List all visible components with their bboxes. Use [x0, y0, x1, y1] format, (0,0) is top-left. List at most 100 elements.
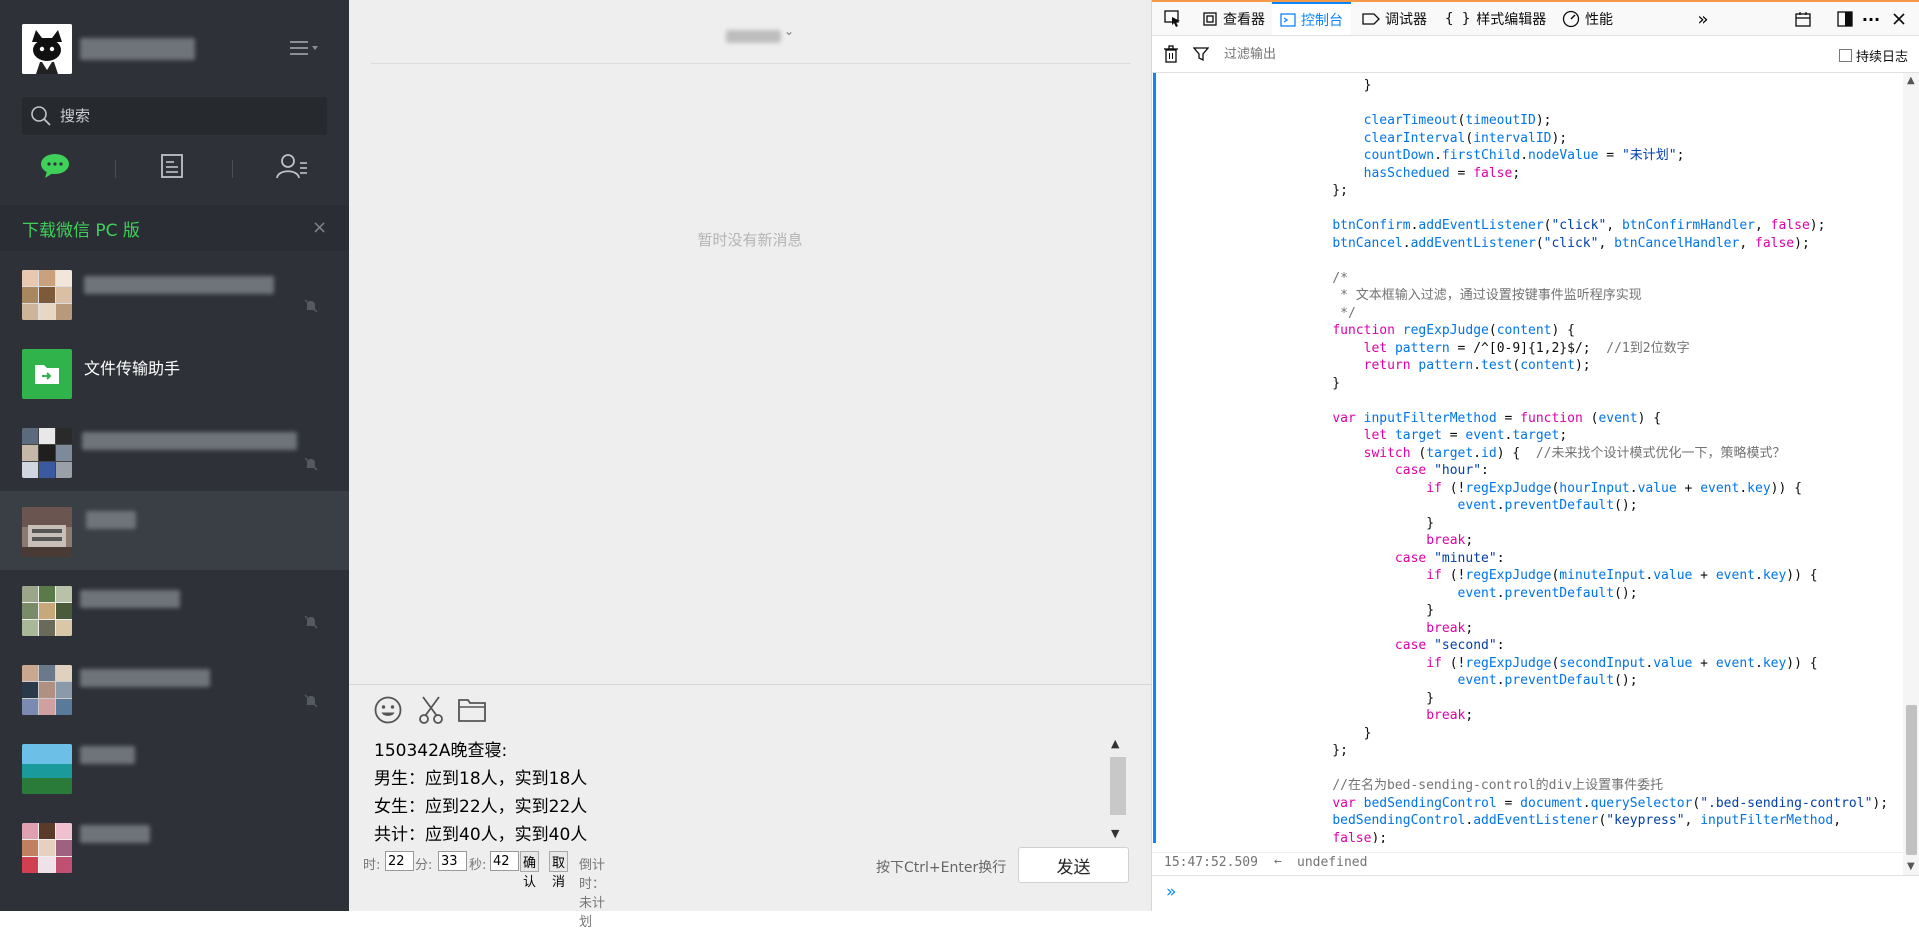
code-token: "click" — [1551, 218, 1607, 233]
code-token: //1到2位数字 — [1606, 340, 1690, 356]
chevron-down-icon[interactable]: ⌄ — [784, 24, 794, 38]
code-token: intervalID — [1473, 130, 1552, 146]
code-line: } — [1301, 375, 1341, 391]
message-line: 150342A晚查寝: — [374, 741, 508, 761]
code-token: ".bed-sending-control" — [1700, 795, 1873, 811]
menu-icon[interactable] — [290, 38, 322, 60]
filter-button[interactable] — [1190, 43, 1212, 65]
code-token: regExpJudge — [1465, 655, 1552, 671]
chat-list-item[interactable] — [0, 728, 349, 807]
send-button[interactable]: 发送 — [1018, 847, 1129, 883]
code-line: var inputFilterMethod = function (event)… — [1332, 410, 1662, 426]
code-line: case "minute": — [1394, 550, 1505, 566]
clear-console-button[interactable] — [1160, 43, 1182, 65]
avatar — [22, 428, 72, 478]
chat-list-item[interactable] — [0, 254, 349, 333]
scroll-down-arrow-icon[interactable]: ▼ — [1907, 861, 1915, 872]
scrollbar-thumb[interactable] — [1110, 757, 1126, 815]
more-tabs-button[interactable]: » — [1692, 8, 1714, 30]
second-input[interactable] — [490, 851, 519, 871]
chat-list-item[interactable] — [0, 649, 349, 728]
code-line: switch (target.id) { //未来找个设计模式优化一下，策略模式… — [1363, 445, 1786, 461]
code-token: value — [1653, 568, 1693, 583]
chat-list-item[interactable] — [0, 412, 349, 491]
message-input[interactable]: 150342A晚查寝: 男生：应到18人，实到18人 女生：应到22人，实到22… — [374, 737, 954, 849]
scrollbar-thumb[interactable] — [1906, 705, 1917, 855]
hour-input[interactable] — [385, 851, 414, 871]
close-icon[interactable]: × — [312, 217, 327, 238]
tab-articles[interactable] — [142, 146, 202, 186]
result-timestamp: 15:47:52.509 — [1164, 855, 1258, 870]
code-token: regExpJudge — [1465, 480, 1552, 496]
inspector-icon — [1203, 11, 1217, 26]
chat-list-item[interactable]: 文件传输助手 — [0, 333, 349, 412]
filter-output-input[interactable] — [1222, 43, 1622, 65]
persist-logs-checkbox[interactable] — [1839, 49, 1852, 62]
tab-chats[interactable] — [25, 146, 85, 186]
search-input[interactable] — [58, 97, 318, 135]
composer-scrollbar[interactable]: ▲ ▼ — [1108, 737, 1126, 841]
code-token: preventDefault — [1504, 673, 1615, 688]
scroll-down-arrow-icon[interactable]: ▼ — [1111, 827, 1119, 840]
options-button[interactable]: ··· — [1860, 8, 1882, 30]
download-pc-banner[interactable]: 下载微信 PC 版 × — [0, 205, 349, 251]
code-line: }; — [1301, 743, 1348, 758]
confirm-schedule-button[interactable]: 确认 — [520, 851, 540, 890]
screenshot-button[interactable] — [414, 693, 448, 727]
minute-input[interactable] — [438, 851, 467, 871]
chat-list-item[interactable] — [0, 570, 349, 649]
close-icon — [1893, 13, 1905, 25]
console-scrollbar[interactable]: ▲ ▼ — [1903, 73, 1919, 875]
code-line: break; — [1426, 620, 1474, 636]
emoji-button[interactable] — [371, 693, 405, 727]
code-token: false — [1770, 218, 1810, 233]
tab-style-editor[interactable]: { } 样式编辑器 — [1439, 2, 1552, 35]
code-token: inputFilterMethod — [1700, 813, 1834, 828]
code-token: let — [1363, 340, 1388, 356]
code-token: pattern — [1418, 358, 1474, 373]
console-input[interactable]: » — [1152, 875, 1919, 911]
code-token: event — [1457, 498, 1497, 513]
code-token: event — [1715, 568, 1755, 583]
persist-logs-toggle[interactable]: 持续日志 — [1839, 46, 1908, 65]
code-token: break — [1426, 533, 1466, 548]
avatar — [22, 744, 72, 794]
code-token: "minute" — [1434, 550, 1497, 566]
send-file-button[interactable] — [455, 693, 489, 727]
code-token: function — [1332, 323, 1395, 338]
code-token: case — [1394, 550, 1427, 566]
code-token: test — [1481, 358, 1513, 373]
scroll-up-arrow-icon[interactable]: ▲ — [1111, 737, 1119, 750]
code-token: "click" — [1543, 235, 1599, 251]
chat-title-redacted[interactable] — [726, 30, 781, 43]
contacts-icon — [276, 154, 307, 179]
profile-avatar[interactable] — [22, 24, 72, 74]
mute-bell-icon — [304, 299, 318, 313]
tab-inspector[interactable]: 查看器 — [1196, 2, 1271, 35]
toolbox-button[interactable] — [1792, 8, 1814, 30]
scroll-up-arrow-icon[interactable]: ▲ — [1907, 75, 1915, 86]
console-filter-bar: 持续日志 — [1152, 36, 1919, 73]
dock-button[interactable] — [1834, 8, 1856, 30]
chat-name: 文件传输助手 — [84, 359, 181, 378]
code-token: false — [1332, 830, 1372, 844]
element-picker-button[interactable] — [1162, 8, 1184, 30]
emoji-icon — [374, 696, 402, 724]
download-pc-text[interactable]: 下载微信 PC 版 — [22, 216, 140, 241]
cancel-schedule-button[interactable]: 取消 — [549, 851, 569, 890]
code-line: } — [1301, 603, 1435, 618]
code-line: case "second": — [1394, 638, 1505, 653]
search-icon — [31, 106, 51, 126]
tab-performance[interactable]: 性能 — [1556, 2, 1619, 35]
close-devtools-button[interactable] — [1888, 8, 1910, 30]
code-line: clearTimeout(timeoutID); — [1363, 113, 1552, 128]
nav-tabs — [0, 146, 349, 186]
code-token: "hour" — [1434, 463, 1482, 478]
code-token: */ — [1301, 305, 1356, 321]
toolbox-icon — [1795, 12, 1811, 27]
tab-debugger[interactable]: 调试器 — [1356, 2, 1433, 35]
tab-contacts[interactable] — [262, 146, 322, 186]
chat-list-item[interactable] — [0, 807, 349, 886]
chat-list-item[interactable] — [0, 491, 349, 570]
tab-console[interactable]: 控制台 — [1272, 2, 1351, 35]
